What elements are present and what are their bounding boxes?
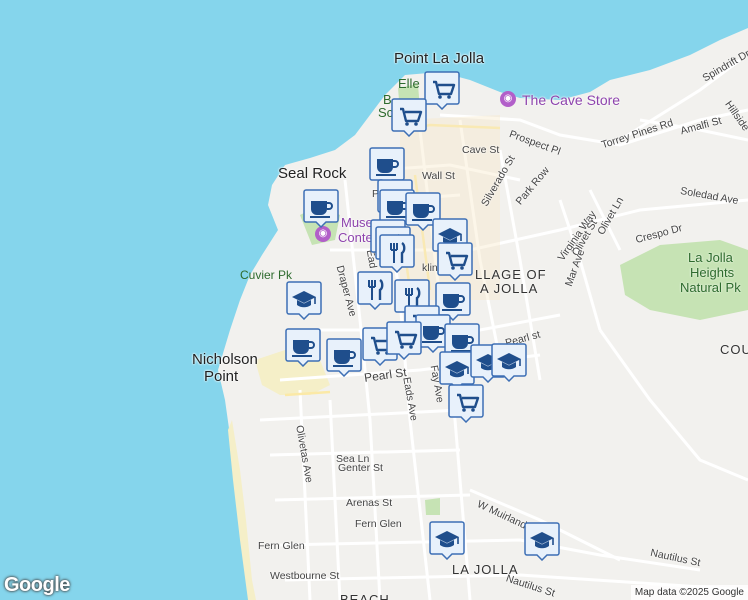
grocery-marker[interactable] [448,383,484,423]
camera-icon: ◉ [500,91,516,107]
graduation-cap-icon [491,343,527,382]
graduation-cap-icon [286,281,322,320]
cave-store-label[interactable]: The Cave Store [522,92,620,108]
shopping-cart-icon [391,98,427,137]
street-fern-glen-west: Fern Glen [258,540,305,552]
park-label-line1: La Jolla [688,250,733,265]
street-wall-st: Wall St [422,170,455,182]
school-marker[interactable] [286,280,322,320]
shopping-cart-icon [437,242,473,281]
shopping-cart-icon [386,321,422,360]
graduation-cap-icon [429,521,465,560]
school-marker[interactable] [524,521,560,561]
point-la-jolla-label: Point La Jolla [394,50,485,67]
shopping-cart-icon [424,71,460,110]
village-label-line1: LLAGE OF [475,267,547,282]
street-westbourne-st: Westbourne St [270,570,340,582]
map-attribution[interactable]: Map data ©2025 Google [630,585,748,600]
seal-rock-label: Seal Rock [278,165,347,182]
elle-label: Elle [398,76,420,91]
restaurant-marker[interactable] [357,270,393,310]
park-label-line2: Heights [690,265,735,280]
coffee-cup-icon [326,338,362,377]
grocery-marker[interactable] [391,97,427,137]
street-fern-glen-east: Fern Glen [355,518,402,530]
street-cave-st: Cave St [462,144,500,156]
grocery-marker[interactable] [424,70,460,110]
school-marker[interactable] [429,520,465,560]
cafe-marker[interactable] [303,188,339,228]
street-genter-st: Genter St [338,462,383,474]
graduation-cap-icon [524,522,560,561]
museum-icon: ◉ [315,226,331,242]
restaurant-marker[interactable] [379,233,415,273]
grocery-marker[interactable] [386,320,422,360]
cafe-marker[interactable] [326,337,362,377]
coffee-cup-icon [303,189,339,228]
fork-knife-icon [379,234,415,273]
museum-label-line1[interactable]: Muse [341,215,373,230]
fork-knife-icon [357,271,393,310]
grocery-marker[interactable] [437,241,473,281]
beach-label: BEACH [340,592,390,600]
google-logo: Google [4,574,70,596]
street-arenas-st: Arenas St [346,497,393,509]
museum-label-line2: Conte [338,230,373,245]
street-girard-fragment: klin [422,262,438,274]
park-label-line3: Natural Pk [680,280,741,295]
nicholson-point-label-line2: Point [204,368,239,385]
shopping-cart-icon [448,384,484,423]
nicholson-point-label-line1: Nicholson [192,351,258,368]
cuvier-park-label: Cuvier Pk [240,268,293,282]
coffee-cup-icon [285,328,321,367]
village-label-line2: A JOLLA [480,281,539,296]
cafe-marker[interactable] [285,327,321,367]
school-marker[interactable] [491,342,527,382]
cou-label: COU [720,342,748,357]
map-canvas[interactable]: Point La Jolla Seal Rock Nicholson Point… [0,0,748,600]
